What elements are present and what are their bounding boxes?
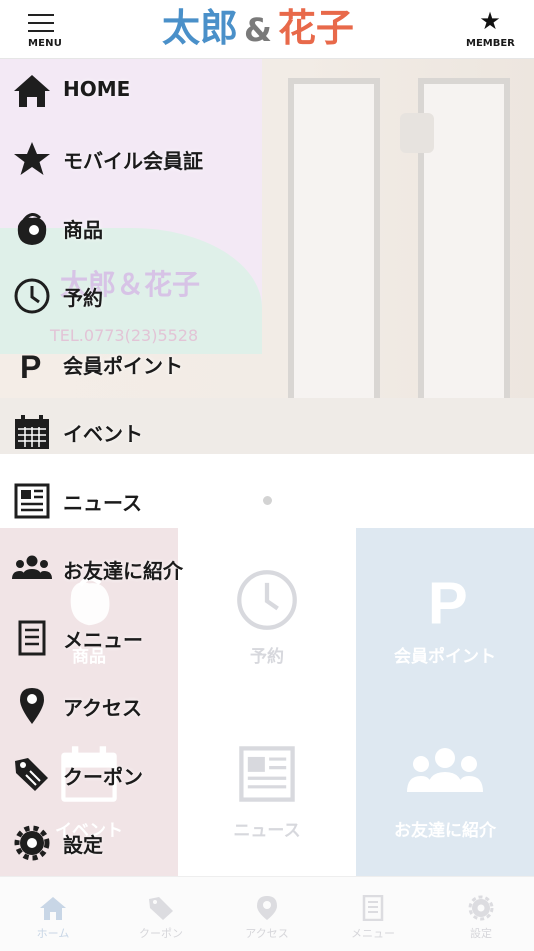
list-icon [18,620,46,656]
star-icon: ★ [479,7,501,35]
drawer-item-label: ニュース [63,491,142,515]
drawer-item-access[interactable]: アクセス [0,672,300,740]
logo-ampersand: & [244,11,272,49]
drawer-item-label: イベント [63,422,143,446]
tab-label: 設定 [470,927,492,940]
hero-door [288,78,380,420]
tag-icon [15,758,48,791]
tab-label: クーポン [139,927,183,940]
tab-label: アクセス [245,927,289,940]
tile-label: お友達に紹介 [394,821,496,841]
drawer-item-label: 会員ポイント [63,354,183,378]
logo-text-taro: 太郎 [162,6,239,50]
svg-text:P: P [428,569,468,632]
drawer-item-products[interactable]: 商品 [0,194,300,262]
home-icon [14,75,50,107]
tile-label: 会員ポイント [394,647,496,667]
app-header: MENU 太郎 & 花子 ★ MEMBER [0,0,534,59]
drawer-item-event[interactable]: イベント [0,398,300,466]
tab-label: メニュー [351,927,395,940]
list-icon [362,895,384,921]
drawer-item-invite[interactable]: お友達に紹介 [0,535,300,603]
gear-icon [468,895,494,921]
hero-lamp [400,113,434,153]
drawer-item-label: お友達に紹介 [63,559,183,583]
drawer-item-menu[interactable]: メニュー [0,604,300,672]
drawer-item-label: クーポン [63,765,143,789]
drawer-item-label: モバイル会員証 [63,149,203,173]
svg-text:P: P [20,349,41,384]
app-logo: 太郎 & 花子 [162,4,372,52]
bag-icon [17,213,47,245]
calendar-icon [15,415,49,449]
star-icon [14,142,50,175]
tab-home[interactable]: ホーム [0,895,106,941]
gear-icon [14,825,50,861]
drawer-item-label: HOME [63,77,131,101]
newspaper-icon [14,483,50,519]
drawer-item-news[interactable]: ニュース [0,467,300,535]
tab-settings[interactable]: 設定 [428,895,534,941]
p-icon: P [20,349,41,384]
people-icon [356,742,534,806]
tile-invite[interactable]: お友達に紹介 [356,702,534,876]
drawer-item-label: メニュー [63,628,143,652]
drawer-item-coupon[interactable]: クーポン [0,741,300,809]
clock-icon [14,278,50,314]
tab-access[interactable]: アクセス [214,895,320,941]
drawer-item-home[interactable]: HOME [0,57,300,125]
logo-text-hanako: 花子 [277,6,354,50]
map-pin-icon [257,896,277,920]
home-icon [40,897,66,920]
drawer-item-member-card[interactable]: モバイル会員証 [0,125,300,193]
tab-coupon[interactable]: クーポン [108,895,214,941]
drawer-item-settings[interactable]: 設定 [0,809,300,877]
menu-button[interactable]: MENU [14,10,70,54]
bottom-tab-bar: ホーム クーポン アクセス メニュー 設定 [0,876,534,951]
tile-points[interactable]: P 会員ポイント [356,528,534,702]
member-label: MEMBER [466,38,515,49]
menu-label: MENU [28,38,63,49]
drawer-item-label: アクセス [63,696,142,720]
drawer-item-label: 商品 [63,218,103,242]
tab-menu[interactable]: メニュー [320,895,426,941]
p-icon: P [356,568,534,636]
tag-icon [149,897,173,920]
people-icon [12,555,52,579]
drawer-item-reservation[interactable]: 予約 [0,262,300,330]
hamburger-icon [28,12,54,32]
drawer-item-label: 設定 [63,833,103,857]
drawer-item-label: 予約 [63,286,103,310]
drawer-item-points[interactable]: P 会員ポイント [0,330,300,398]
member-button[interactable]: ★ MEMBER [466,7,515,52]
tab-label: ホーム [36,927,70,940]
map-pin-icon [20,688,44,724]
